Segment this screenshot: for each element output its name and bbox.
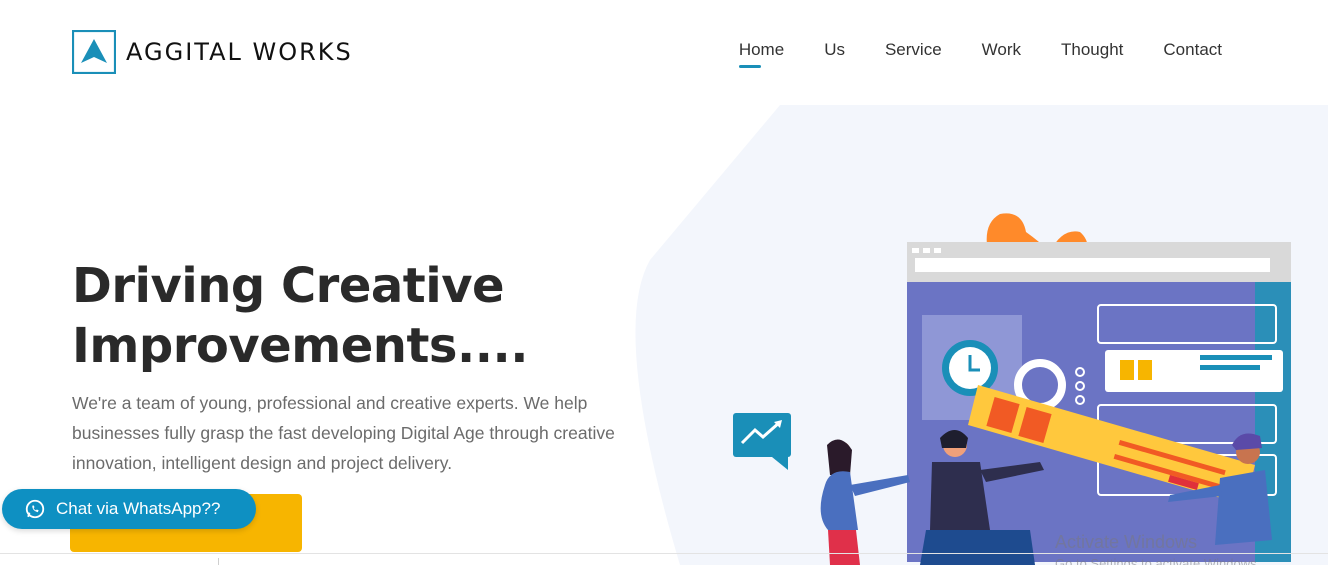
nav-home[interactable]: Home (738, 40, 784, 68)
brand-logo[interactable]: AGGITAL WORKS (72, 30, 353, 74)
brand-name: AGGITAL WORKS (126, 38, 353, 66)
hero-title: Driving Creative Improvements.... (72, 256, 592, 376)
whatsapp-chat-label: Chat via WhatsApp?? (56, 499, 221, 518)
divider-tick (218, 558, 219, 565)
activate-windows-watermark: Activate Windows (1055, 532, 1198, 552)
aggital-logo-icon (72, 30, 116, 74)
nav-service[interactable]: Service (885, 40, 942, 60)
hero-title-line-1: Driving Creative (72, 258, 505, 314)
section-divider (0, 553, 1328, 554)
activate-windows-subtitle: Go to Settings to activate Windows. (1055, 556, 1261, 565)
nav-thought[interactable]: Thought (1061, 40, 1123, 60)
hero-description: We're a team of young, professional and … (72, 393, 615, 473)
nav-work[interactable]: Work (982, 40, 1021, 60)
hero-title-line-2: Improvements.... (72, 318, 528, 374)
nav-us[interactable]: Us (824, 40, 845, 60)
hero-illustration (733, 213, 1291, 565)
whatsapp-icon (25, 499, 45, 519)
main-navigation: Home Us Service Work Thought Contact (738, 40, 1222, 68)
whatsapp-chat-button[interactable]: Chat via WhatsApp?? (2, 489, 256, 529)
nav-contact[interactable]: Contact (1163, 40, 1222, 60)
